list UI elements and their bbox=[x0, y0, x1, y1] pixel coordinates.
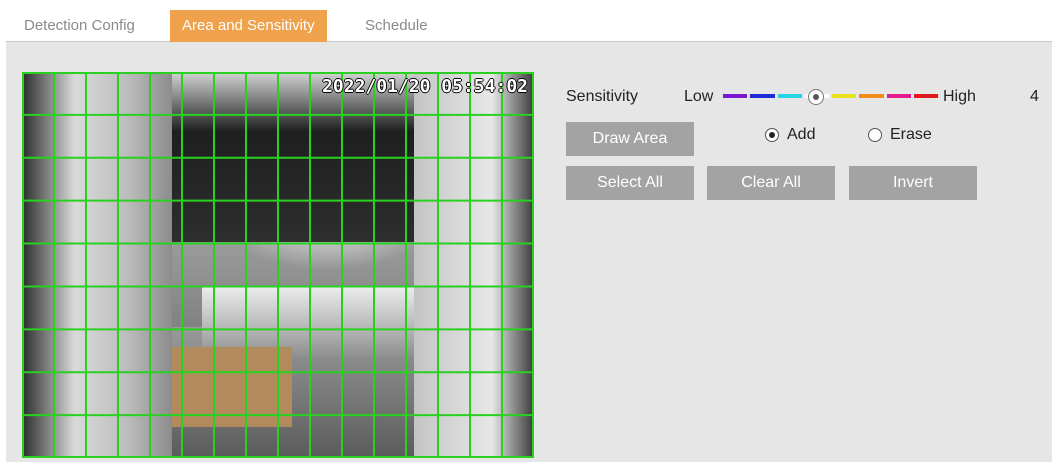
add-radio-label: Add bbox=[787, 126, 816, 143]
tab-schedule[interactable]: Schedule bbox=[353, 10, 440, 42]
video-timestamp: 2022/01/20 05:54:02 bbox=[322, 76, 528, 97]
slider-knob-icon[interactable] bbox=[808, 89, 824, 105]
camera-preview[interactable]: 2022/01/20 05:54:02 bbox=[22, 72, 534, 458]
sensitivity-low-label: Low bbox=[684, 88, 714, 105]
radio-selected-icon bbox=[765, 128, 779, 142]
radio-unselected-icon bbox=[868, 128, 882, 142]
draw-area-button[interactable]: Draw Area bbox=[566, 122, 694, 156]
sensitivity-high-label: High bbox=[943, 88, 976, 105]
clear-all-button[interactable]: Clear All bbox=[707, 166, 835, 200]
erase-radio[interactable]: Erase bbox=[868, 126, 932, 144]
sensitivity-segment[interactable] bbox=[750, 94, 775, 98]
add-radio[interactable]: Add bbox=[765, 126, 815, 144]
sensitivity-label: Sensitivity bbox=[566, 88, 639, 105]
sensitivity-value: 4 bbox=[1030, 88, 1039, 105]
sensitivity-segment[interactable] bbox=[832, 94, 857, 98]
sensitivity-slider[interactable] bbox=[722, 89, 940, 105]
sensitivity-segment[interactable] bbox=[777, 94, 802, 98]
tab-area-and-sensitivity[interactable]: Area and Sensitivity bbox=[170, 10, 327, 42]
tab-bar: Detection Config Area and Sensitivity Sc… bbox=[6, 4, 1052, 42]
tab-detection-config[interactable]: Detection Config bbox=[12, 10, 147, 42]
sensitivity-segment[interactable] bbox=[913, 94, 938, 98]
erase-radio-label: Erase bbox=[890, 126, 932, 143]
select-all-button[interactable]: Select All bbox=[566, 166, 694, 200]
sensitivity-segment[interactable] bbox=[886, 94, 911, 98]
sensitivity-segment[interactable] bbox=[859, 94, 884, 98]
invert-button[interactable]: Invert bbox=[849, 166, 977, 200]
sensitivity-segment[interactable] bbox=[723, 94, 748, 98]
motion-detection-grid[interactable] bbox=[22, 72, 534, 458]
